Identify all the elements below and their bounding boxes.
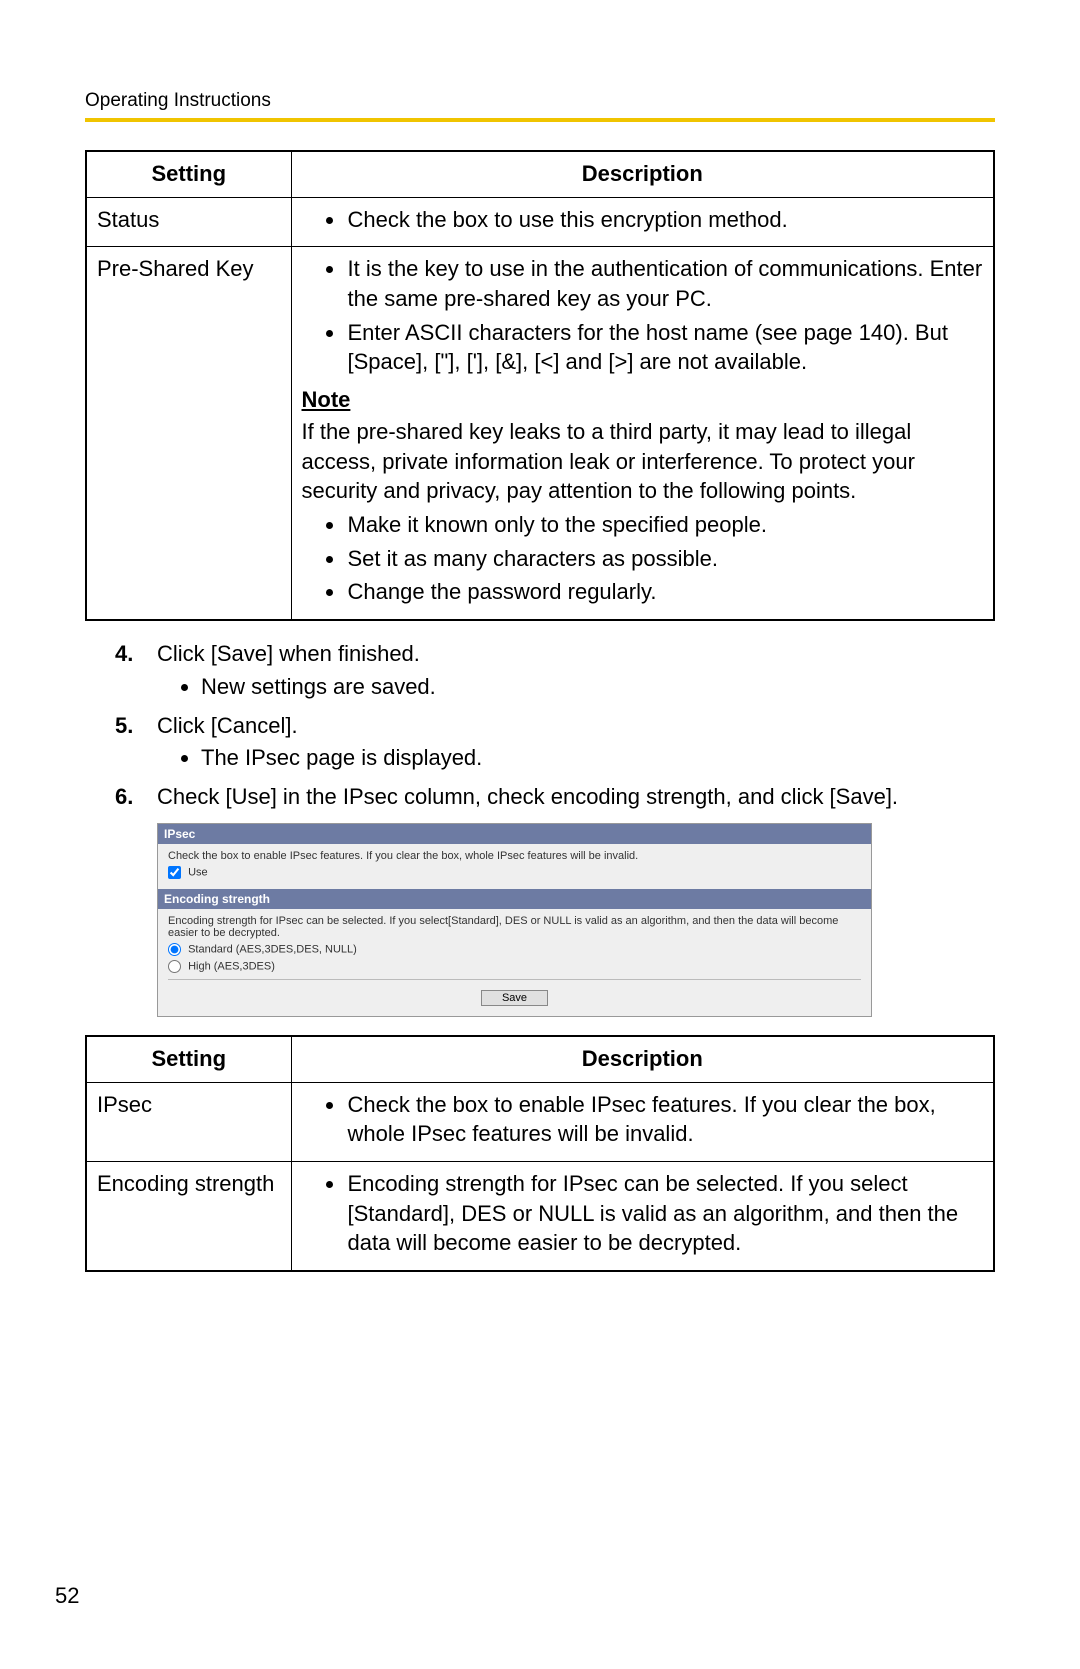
- step-item: 6. Check [Use] in the IPsec column, chec…: [115, 782, 995, 813]
- page-number: 52: [55, 1583, 79, 1609]
- ss-radio-standard-label: Standard (AES,3DES,DES, NULL): [188, 943, 357, 955]
- ss-ipsec-text: Check the box to enable IPsec features. …: [168, 850, 861, 862]
- step-item: 4. Click [Save] when finished. New setti…: [115, 639, 995, 703]
- description-cell: Check the box to use this encryption met…: [291, 197, 994, 247]
- note-label: Note: [302, 385, 984, 415]
- description-cell: Check the box to enable IPsec features. …: [291, 1082, 994, 1161]
- step-sub: New settings are saved.: [201, 672, 995, 703]
- ss-radio-high[interactable]: [168, 960, 181, 973]
- step-sub: The IPsec page is displayed.: [201, 743, 995, 774]
- table2-head-setting: Setting: [86, 1036, 291, 1082]
- setting-cell: IPsec: [86, 1082, 291, 1161]
- desc-bullet: Enter ASCII characters for the host name…: [346, 318, 984, 377]
- ss-use-label: Use: [188, 866, 208, 878]
- step-text: Click [Cancel].: [157, 713, 298, 738]
- note-text: If the pre-shared key leaks to a third p…: [302, 417, 984, 506]
- ss-save-button[interactable]: Save: [481, 990, 548, 1006]
- ss-encoding-text: Encoding strength for IPsec can be selec…: [168, 915, 861, 939]
- setting-cell: Encoding strength: [86, 1161, 291, 1271]
- desc-bullet: Encoding strength for IPsec can be selec…: [346, 1169, 984, 1258]
- steps-list: 4. Click [Save] when finished. New setti…: [85, 639, 995, 813]
- ipsec-screenshot: IPsec Check the box to enable IPsec feat…: [157, 823, 872, 1017]
- step-item: 5. Click [Cancel]. The IPsec page is dis…: [115, 711, 995, 775]
- header-rule: [85, 118, 995, 122]
- setting-cell: Pre-Shared Key: [86, 247, 291, 620]
- desc-bullet: It is the key to use in the authenticati…: [346, 254, 984, 313]
- ss-ipsec-bar: IPsec: [158, 824, 871, 844]
- ss-radio-high-label: High (AES,3DES): [188, 960, 275, 972]
- description-cell: Encoding strength for IPsec can be selec…: [291, 1161, 994, 1271]
- table2-head-desc: Description: [291, 1036, 994, 1082]
- desc-bullet: Check the box to use this encryption met…: [346, 205, 984, 235]
- table-row: Status Check the box to use this encrypt…: [86, 197, 994, 247]
- desc-bullet: Check the box to enable IPsec features. …: [346, 1090, 984, 1149]
- table1-head-desc: Description: [291, 151, 994, 197]
- step-number: 6.: [115, 782, 133, 813]
- settings-table-1: Setting Description Status Check the box…: [85, 150, 995, 621]
- table-row: Encoding strength Encoding strength for …: [86, 1161, 994, 1271]
- settings-table-2: Setting Description IPsec Check the box …: [85, 1035, 995, 1272]
- note-bullet: Change the password regularly.: [346, 577, 984, 607]
- step-text: Check [Use] in the IPsec column, check e…: [157, 784, 898, 809]
- page-header: Operating Instructions: [85, 90, 995, 112]
- ss-separator: [168, 979, 861, 980]
- description-cell: It is the key to use in the authenticati…: [291, 247, 994, 620]
- note-bullet: Set it as many characters as possible.: [346, 544, 984, 574]
- step-number: 4.: [115, 639, 133, 670]
- ss-use-checkbox[interactable]: [168, 866, 181, 879]
- step-text: Click [Save] when finished.: [157, 641, 420, 666]
- ss-radio-standard[interactable]: [168, 943, 181, 956]
- note-bullet: Make it known only to the specified peop…: [346, 510, 984, 540]
- ss-encoding-bar: Encoding strength: [158, 889, 871, 909]
- step-number: 5.: [115, 711, 133, 742]
- table1-head-setting: Setting: [86, 151, 291, 197]
- setting-cell: Status: [86, 197, 291, 247]
- table-row: Pre-Shared Key It is the key to use in t…: [86, 247, 994, 620]
- table-row: IPsec Check the box to enable IPsec feat…: [86, 1082, 994, 1161]
